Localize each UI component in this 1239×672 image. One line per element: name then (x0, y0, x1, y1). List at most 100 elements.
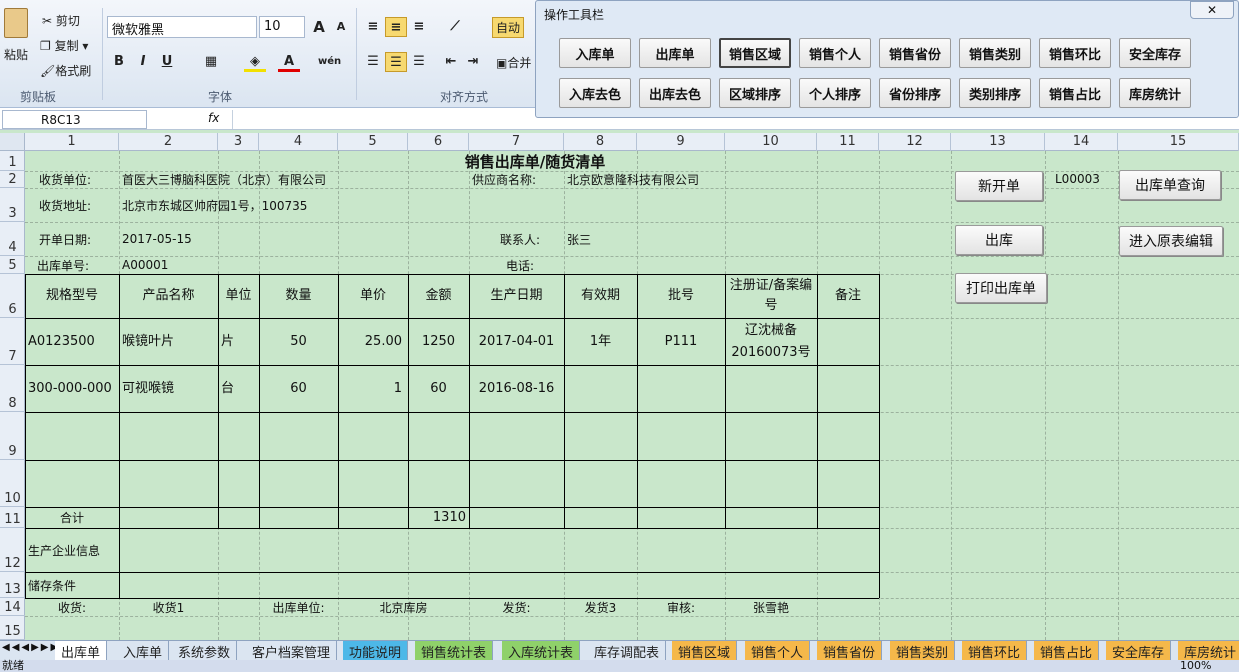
font-color-icon[interactable]: A (278, 52, 300, 72)
column-header[interactable]: 11 (817, 133, 879, 151)
row-header[interactable]: 10 (0, 460, 25, 507)
row-header[interactable]: 2 (0, 171, 25, 188)
select-all-corner[interactable] (0, 133, 25, 151)
column-header[interactable]: 2 (119, 133, 218, 151)
sheet-tab-9[interactable]: 销售个人 (745, 641, 811, 661)
zoom-level[interactable]: 100% (1180, 660, 1211, 672)
column-header[interactable]: 15 (1118, 133, 1239, 151)
query-order-button[interactable]: 出库单查询 (1119, 170, 1221, 200)
align-top-icon[interactable]: ≡ (362, 17, 384, 37)
column-header[interactable]: 3 (218, 133, 259, 151)
column-header[interactable]: 4 (259, 133, 338, 151)
print-order-button[interactable]: 打印出库单 (955, 273, 1047, 303)
toolbar-button-15[interactable]: 库房统计 (1119, 78, 1191, 108)
row-header[interactable]: 13 (0, 572, 25, 598)
grow-font-icon[interactable]: A (308, 17, 330, 37)
sheet-tab-5[interactable]: 销售统计表 (415, 641, 494, 661)
orientation-icon[interactable]: ⟋ (444, 17, 466, 37)
font-name-select[interactable]: 微软雅黑 (107, 16, 257, 38)
row-header[interactable]: 8 (0, 365, 25, 412)
fill-color-icon[interactable]: ◈ (244, 52, 266, 72)
bold-button[interactable]: B (108, 52, 130, 72)
sheet-tab-14[interactable]: 安全库存 (1106, 641, 1172, 661)
sheet-tab-13[interactable]: 销售占比 (1034, 641, 1100, 661)
column-header[interactable]: 9 (637, 133, 725, 151)
row-header[interactable]: 3 (0, 188, 25, 222)
decrease-indent-icon[interactable]: ⇤ (440, 52, 462, 72)
sheet-tab-15[interactable]: 库房统计 (1178, 641, 1239, 661)
merge-button[interactable]: ▣合并 (496, 54, 531, 71)
row-header[interactable]: 6 (0, 274, 25, 318)
row-header[interactable]: 4 (0, 222, 25, 256)
column-header[interactable]: 12 (879, 133, 951, 151)
sheet-tab-11[interactable]: 销售类别 (890, 641, 956, 661)
underline-button[interactable]: U (156, 52, 178, 72)
toolbar-button-13[interactable]: 类别排序 (959, 78, 1031, 108)
sheet-tab-3[interactable]: 客户档案管理 (246, 641, 338, 661)
column-header[interactable]: 5 (338, 133, 408, 151)
toolbar-button-1[interactable]: 出库单 (639, 38, 711, 68)
fx-icon[interactable]: fx (208, 111, 219, 125)
column-header[interactable]: 10 (725, 133, 817, 151)
cut-button[interactable]: ✂ 剪切 (42, 12, 80, 29)
sheet-tab-12[interactable]: 销售环比 (962, 641, 1028, 661)
sheet-tab-2[interactable]: 系统参数 (172, 641, 238, 661)
row-header[interactable]: 14 (0, 598, 25, 616)
align-bottom-icon[interactable]: ≡ (408, 17, 430, 37)
toolbar-button-8[interactable]: 入库去色 (559, 78, 631, 108)
toolbar-button-6[interactable]: 销售环比 (1039, 38, 1111, 68)
column-header[interactable]: 6 (408, 133, 469, 151)
sheet-tab-4[interactable]: 功能说明 (343, 641, 409, 661)
column-header[interactable]: 7 (469, 133, 564, 151)
tab-scroll-icons[interactable]: ◀◀◀▶▶▶ (2, 642, 60, 653)
sheet-tab-10[interactable]: 销售省份 (817, 641, 883, 661)
toolbar-button-0[interactable]: 入库单 (559, 38, 631, 68)
row-header[interactable]: 15 (0, 616, 25, 640)
column-header[interactable]: 8 (564, 133, 637, 151)
phonetic-icon[interactable]: wén (318, 52, 341, 72)
row-header[interactable]: 12 (0, 528, 25, 572)
row-header[interactable]: 7 (0, 318, 25, 365)
paste-icon[interactable] (4, 8, 28, 38)
toolbar-button-3[interactable]: 销售个人 (799, 38, 871, 68)
format-painter-button[interactable]: 🖌格式刷 (40, 62, 91, 79)
font-size-select[interactable]: 10 (259, 16, 305, 38)
toolbar-button-11[interactable]: 个人排序 (799, 78, 871, 108)
column-header[interactable]: 13 (951, 133, 1045, 151)
align-right-icon[interactable]: ☰ (408, 52, 430, 72)
copy-button[interactable]: ❐ 复制 ▾ (40, 37, 88, 54)
sheet-tab-6[interactable]: 入库统计表 (502, 641, 581, 661)
paste-button[interactable]: 粘贴 (4, 46, 28, 63)
row-header[interactable]: 1 (0, 151, 25, 171)
sheet-tab-7[interactable]: 库存调配表 (588, 641, 667, 661)
toolbar-button-7[interactable]: 安全库存 (1119, 38, 1191, 68)
toolbar-button-10[interactable]: 区域排序 (719, 78, 791, 108)
row-header[interactable]: 11 (0, 507, 25, 528)
border-icon[interactable]: ▦ (200, 52, 222, 72)
row-header[interactable]: 9 (0, 412, 25, 460)
toolbar-button-9[interactable]: 出库去色 (639, 78, 711, 108)
new-order-button[interactable]: 新开单 (955, 171, 1043, 201)
name-box[interactable]: R8C13 (2, 110, 147, 129)
row-header[interactable]: 5 (0, 256, 25, 274)
sheet-tab-0[interactable]: 出库单 (55, 641, 108, 661)
worksheet[interactable]: 销售出库单/随货清单 收货单位: 首医大三博脑科医院（北京）有限公司 供应商名称: 北京… (25, 151, 1239, 640)
toolbar-button-5[interactable]: 销售类别 (959, 38, 1031, 68)
close-icon[interactable]: ✕ (1190, 1, 1234, 19)
italic-button[interactable]: I (132, 52, 154, 72)
toolbar-button-4[interactable]: 销售省份 (879, 38, 951, 68)
edit-original-button[interactable]: 进入原表编辑 (1119, 226, 1223, 256)
increase-indent-icon[interactable]: ⇥ (462, 52, 484, 72)
sheet-tab-1[interactable]: 入库单 (117, 641, 170, 661)
shrink-font-icon[interactable]: A (330, 17, 352, 37)
align-left-icon[interactable]: ☰ (362, 52, 384, 72)
toolbar-button-12[interactable]: 省份排序 (879, 78, 951, 108)
column-header[interactable]: 14 (1045, 133, 1118, 151)
sheet-tab-8[interactable]: 销售区域 (672, 641, 738, 661)
toolbar-button-14[interactable]: 销售占比 (1039, 78, 1111, 108)
column-header[interactable]: 1 (25, 133, 119, 151)
align-middle-icon[interactable]: ≡ (385, 17, 407, 37)
toolbar-button-2[interactable]: 销售区域 (719, 38, 791, 68)
wrap-text-button[interactable]: 自动 (492, 17, 525, 38)
align-center-icon[interactable]: ☰ (385, 52, 407, 72)
